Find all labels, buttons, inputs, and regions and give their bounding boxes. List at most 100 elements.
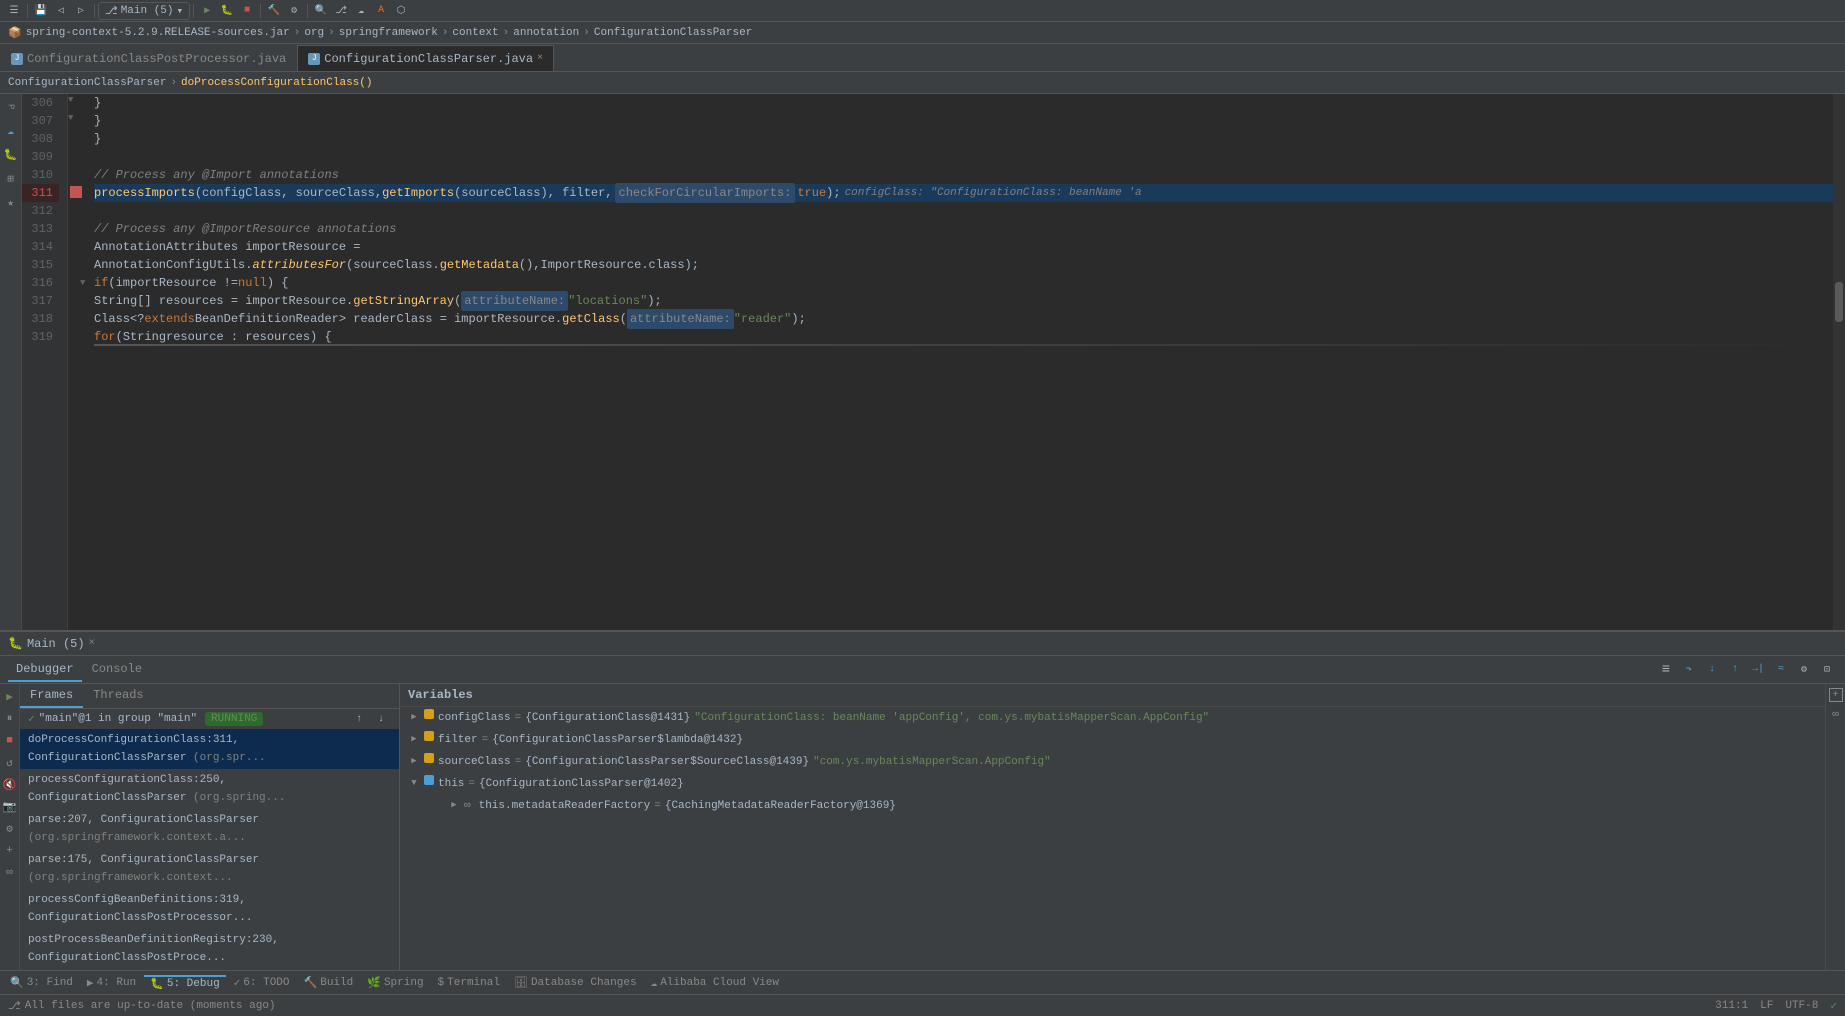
frame-item-2[interactable]: parse:207, ConfigurationClassParser (org… — [20, 809, 399, 849]
fold-arrow-316[interactable]: ▼ — [80, 274, 85, 292]
forward-icon[interactable]: ▷ — [73, 3, 89, 19]
bottom-tab-run[interactable]: ▶ 4: Run — [81, 976, 142, 990]
breadcrumb-class[interactable]: ConfigurationClassParser — [594, 27, 752, 39]
breakpoint-marker-311[interactable] — [70, 186, 82, 198]
alibaba-icon[interactable]: A — [373, 3, 389, 19]
infinity-var-icon[interactable]: ∞ — [1827, 706, 1845, 724]
code-breadcrumb-method[interactable]: doProcessConfigurationClass() — [181, 77, 372, 89]
step-into-icon[interactable]: ↓ — [1704, 662, 1720, 678]
camera-icon[interactable]: 📷 — [1, 798, 19, 816]
branch-selector[interactable]: ⎇ Main (5) ▾ — [98, 2, 190, 20]
code-breadcrumb: ConfigurationClassParser › doProcessConf… — [0, 72, 1845, 94]
back-icon[interactable]: ◁ — [53, 3, 69, 19]
var-expand-sourceClass[interactable]: ▶ — [408, 755, 420, 767]
code-editor[interactable]: P ☁ 🐛 ⊞ ★ 306 307 308 309 310 311 312 31… — [0, 94, 1845, 630]
menu-icon[interactable]: ☰ — [6, 3, 22, 19]
stop-debug-icon[interactable]: ■ — [1, 732, 19, 750]
encoding[interactable]: UTF-8 — [1785, 1000, 1818, 1012]
bottom-tab-todo[interactable]: ✓ 6: TODO — [228, 976, 296, 990]
breadcrumb-context[interactable]: context — [452, 27, 498, 39]
cursor-position[interactable]: 311:1 — [1715, 1000, 1748, 1012]
add-watch-icon[interactable]: + — [1, 842, 19, 860]
settings-debug-icon[interactable]: ⚙ — [1796, 662, 1812, 678]
stop-icon[interactable]: ■ — [239, 3, 255, 19]
mute-icon[interactable]: 🔇 — [1, 776, 19, 794]
bottom-tab-build[interactable]: 🔨 Build — [298, 976, 360, 990]
bottom-tab-find[interactable]: 🔍 3: Find — [4, 976, 79, 990]
breadcrumb-springframework[interactable]: springframework — [339, 27, 438, 39]
fold-arrow-306[interactable]: ▼ — [68, 94, 80, 106]
bottom-tab-alibaba[interactable]: ☁ Alibaba Cloud View — [645, 976, 785, 990]
bottom-tab-debug[interactable]: 🐛 5: Debug — [144, 975, 226, 991]
code-breadcrumb-class[interactable]: ConfigurationClassParser — [8, 77, 166, 89]
bottom-tab-db-changes[interactable]: 🗄 Database Changes — [508, 976, 643, 990]
bottom-tab-spring[interactable]: 🌿 Spring — [361, 976, 429, 990]
var-name-configClass: configClass — [438, 709, 511, 727]
code-line-307: } — [94, 112, 1845, 130]
tab-threads[interactable]: Threads — [83, 684, 153, 708]
breadcrumb-annotation[interactable]: annotation — [513, 27, 579, 39]
fold-arrow-307[interactable]: ▼ — [68, 112, 80, 124]
var-expand-configClass[interactable]: ▶ — [408, 711, 420, 723]
bottom-tab-terminal[interactable]: $ Terminal — [432, 977, 506, 989]
tab-console[interactable]: Console — [84, 658, 150, 682]
resume-icon[interactable]: ▶ — [1, 688, 19, 706]
frame-item-0[interactable]: doProcessConfigurationClass:311, Configu… — [20, 729, 399, 769]
evaluate-icon[interactable]: ≈ — [1773, 662, 1789, 678]
git-icon[interactable]: ⎇ — [333, 3, 349, 19]
structure-icon[interactable]: ⊞ — [2, 170, 20, 188]
code-line-306: } — [94, 94, 1845, 112]
frame-item-3[interactable]: parse:175, ConfigurationClassParser (org… — [20, 849, 399, 889]
debug-session-tab[interactable]: 🐛 Main (5) × — [8, 636, 95, 651]
debug-icon-left[interactable]: 🐛 — [2, 146, 20, 164]
plugin-icon[interactable]: ⬡ — [393, 3, 409, 19]
tab-post-processor[interactable]: J ConfigurationClassPostProcessor.java — [0, 45, 297, 71]
line-separator[interactable]: LF — [1760, 1000, 1773, 1012]
run-to-cursor-icon[interactable]: →| — [1750, 662, 1766, 678]
restart-icon[interactable]: ↺ — [1, 754, 19, 772]
up-icon[interactable]: ↑ — [351, 711, 367, 727]
var-expand-this[interactable]: ▼ — [408, 777, 420, 789]
breadcrumb-jar-name[interactable]: spring-context-5.2.9.RELEASE-sources.jar — [26, 27, 290, 39]
var-item-filter[interactable]: ▶ filter = {ConfigurationClassParser$lam… — [400, 729, 1825, 751]
favorites-icon[interactable]: ★ — [2, 194, 20, 212]
tab-debugger[interactable]: Debugger — [8, 658, 82, 682]
build-icon[interactable]: 🔨 — [266, 3, 282, 19]
frame-item-1[interactable]: processConfigurationClass:250, Configura… — [20, 769, 399, 809]
var-expand-filter[interactable]: ▶ — [408, 733, 420, 745]
debug-session-close[interactable]: × — [89, 638, 95, 649]
infinity-icon[interactable]: ∞ — [1, 864, 19, 882]
frame-item-4[interactable]: processConfigBeanDefinitions:319, Config… — [20, 889, 399, 929]
add-variable-btn[interactable]: + — [1829, 688, 1843, 702]
step-over-icon[interactable]: ↷ — [1681, 662, 1697, 678]
vertical-scrollbar[interactable] — [1833, 94, 1845, 630]
project-icon[interactable]: P — [2, 98, 20, 116]
var-item-sourceClass[interactable]: ▶ sourceClass = {ConfigurationClassParse… — [400, 751, 1825, 773]
cloud-explorer-icon[interactable]: ☁ — [2, 122, 20, 140]
search-icon[interactable]: 🔍 — [313, 3, 329, 19]
breadcrumb-org[interactable]: org — [304, 27, 324, 39]
toolbar-separator-4 — [260, 4, 261, 18]
save-icon[interactable]: 💾 — [33, 3, 49, 19]
breadcrumb-jar[interactable]: 📦 — [8, 26, 22, 40]
code-content[interactable]: ▼ ▼ } } — [68, 94, 1845, 630]
var-item-this[interactable]: ▼ this = {ConfigurationClassParser@1402} — [400, 773, 1825, 795]
down-icon[interactable]: ↓ — [373, 711, 389, 727]
var-item-metadataReaderFactory[interactable]: ▶ ∞ this.metadataReaderFactory = {Cachin… — [420, 795, 1825, 817]
restore-layout-icon[interactable]: ≡ — [1658, 662, 1674, 678]
tab-frames[interactable]: Frames — [20, 684, 83, 708]
pause-icon[interactable]: ⏸ — [1, 710, 19, 728]
var-expand-metadata[interactable]: ▶ — [448, 799, 460, 811]
layout-icon[interactable]: ⊡ — [1819, 662, 1835, 678]
frame-item-5[interactable]: postProcessBeanDefinitionRegistry:230, C… — [20, 929, 399, 969]
cloud-icon[interactable]: ☁ — [353, 3, 369, 19]
inspect-icon[interactable]: ⚙ — [286, 3, 302, 19]
var-item-configClass[interactable]: ▶ configClass = {ConfigurationClass@1431… — [400, 707, 1825, 729]
scrollbar-thumb[interactable] — [1835, 282, 1843, 322]
debug-run-icon[interactable]: 🐛 — [219, 3, 235, 19]
tab-parser[interactable]: J ConfigurationClassParser.java × — [297, 45, 554, 71]
settings-icon[interactable]: ⚙ — [1, 820, 19, 838]
tab-close-2[interactable]: × — [537, 53, 543, 64]
run-icon[interactable]: ▶ — [199, 3, 215, 19]
step-out-icon[interactable]: ↑ — [1727, 662, 1743, 678]
